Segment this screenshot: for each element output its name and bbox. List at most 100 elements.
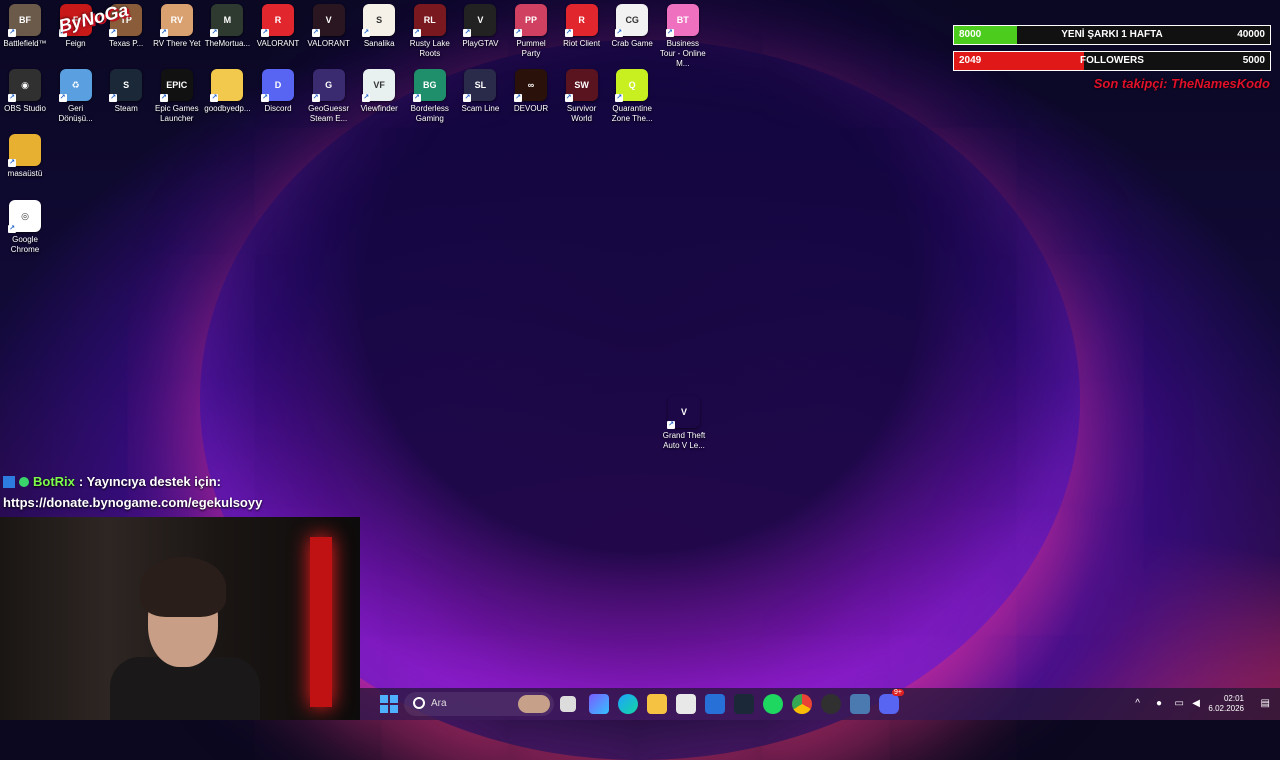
desktop-icon[interactable]: ↗ goodbyedp... <box>202 65 252 125</box>
search-highlight-image <box>518 695 550 713</box>
desktop-icon[interactable]: ♻ ↗ Geri Dönüşü... <box>51 65 101 125</box>
desktop-icon[interactable]: ◉ ↗ OBS Studio <box>0 65 50 125</box>
desktop-icon[interactable]: RV ↗ RV There Yet <box>152 0 202 60</box>
discord-taskbar-icon[interactable]: 9+ <box>879 689 904 714</box>
app-icon: ♻ ↗ <box>58 69 92 102</box>
desktop-icon[interactable]: D ↗ Discord <box>253 65 303 125</box>
desktop-icon-label: Texas P... <box>109 39 144 48</box>
app-icon: V ↗ <box>667 396 700 429</box>
edge-icon[interactable] <box>618 694 638 714</box>
app-icon: V ↗ <box>311 4 345 37</box>
desktop-icon[interactable]: G ↗ GeoGuessr Steam E... <box>304 65 354 125</box>
desktop-icon[interactable]: CG ↗ Crab Game <box>607 0 657 60</box>
goal-target: 40000 <box>1237 29 1265 40</box>
desktop-icon[interactable]: EPIC ↗ Epic Games Launcher <box>152 65 202 125</box>
desktop-icon[interactable]: ↗ masaüstü <box>0 130 50 190</box>
shortcut-arrow-icon: ↗ <box>210 29 219 37</box>
steam-taskbar-icon[interactable] <box>734 694 754 714</box>
app-icon: SW ↗ <box>564 69 598 102</box>
desktop-icon[interactable]: PP ↗ Pummel Party <box>506 0 556 60</box>
file-explorer-icon[interactable] <box>647 694 667 714</box>
chevron-up-icon[interactable]: ^ <box>1135 698 1140 709</box>
last-follower-text: Son takipçi: TheNamesKodo <box>1093 76 1270 91</box>
microsoft-store-icon[interactable] <box>676 694 696 714</box>
desktop-icon-label: Google Chrome <box>10 235 40 254</box>
streamer-hair <box>140 557 226 617</box>
desktop-icon[interactable]: M ↗ TheMortua... <box>202 0 252 60</box>
clock-date: 6.02.2026 <box>1208 704 1244 713</box>
desktop-icon[interactable]: SW ↗ Survivor World <box>557 65 607 125</box>
desktop-icon[interactable]: RL ↗ Rusty Lake Roots <box>405 0 455 60</box>
desktop-icon[interactable]: S ↗ Sanalika <box>354 0 404 60</box>
clock-time: 02:01 <box>1223 694 1244 703</box>
settings-gear-icon[interactable] <box>850 694 870 714</box>
shortcut-arrow-icon: ↗ <box>665 29 674 37</box>
app-icon: S ↗ <box>362 4 396 37</box>
shortcut-arrow-icon: ↗ <box>261 29 269 37</box>
chrome-taskbar-icon[interactable] <box>792 694 812 714</box>
app-icon: PP ↗ <box>514 4 547 37</box>
task-view-icon[interactable] <box>560 696 576 712</box>
desktop-icon-label: Battlefield™ <box>3 39 47 48</box>
shortcut-arrow-icon: ↗ <box>8 94 16 102</box>
app-icon: G ↗ <box>311 69 345 102</box>
desktop-icon[interactable]: BF ↗ Battlefield™ <box>0 0 50 60</box>
desktop-icon-label: goodbyedp... <box>204 104 251 113</box>
spotify-icon[interactable] <box>763 694 783 714</box>
windows-start-icon[interactable] <box>380 695 398 713</box>
desktop-icon[interactable]: ∞ ↗ DEVOUR <box>506 65 556 125</box>
shortcut-arrow-icon: ↗ <box>514 29 522 37</box>
app-icon: VF ↗ <box>362 69 396 102</box>
shortcut-arrow-icon: ↗ <box>564 29 573 37</box>
desktop-icon-label: Sanalika <box>363 39 395 48</box>
desktop-icon[interactable]: BT ↗ Business Tour - Online M... <box>658 0 708 68</box>
app-icon: ◎ ↗ <box>8 200 41 233</box>
desktop-icon-label: VALORANT <box>307 39 350 48</box>
obs-taskbar-icon[interactable] <box>821 694 841 714</box>
shortcut-arrow-icon: ↗ <box>58 94 67 102</box>
network-icon[interactable]: ▭ <box>1175 698 1184 709</box>
app-icon: D ↗ <box>261 69 294 102</box>
chat-donate-link: https://donate.bynogame.com/egekulsoyy <box>3 495 263 510</box>
desktop-icon[interactable]: SL ↗ Scam Line <box>455 65 505 125</box>
desktop-icon[interactable]: ◎ ↗ Google Chrome <box>0 196 50 256</box>
desktop-icon-label: Steam <box>114 104 138 113</box>
desktop-icon[interactable]: Q ↗ Quarantine Zone The... <box>607 65 657 125</box>
desktop-icon-label: Business Tour - Online M... <box>659 39 706 68</box>
mail-icon[interactable] <box>705 694 725 714</box>
desktop-icon-label: Feign <box>65 39 86 48</box>
desktop-icon[interactable]: V ↗ VALORANT <box>304 0 354 60</box>
microphone-icon[interactable]: ● <box>1156 698 1162 709</box>
search-placeholder: Ara <box>431 698 447 709</box>
desktop-icon-label: Quarantine Zone The... <box>611 104 653 123</box>
desktop-icon[interactable]: R ↗ Riot Client <box>557 0 607 60</box>
shortcut-arrow-icon: ↗ <box>412 29 421 37</box>
copilot-icon[interactable] <box>589 694 609 714</box>
shortcut-arrow-icon: ↗ <box>159 94 168 102</box>
desktop-icon[interactable]: V ↗ PlayGTAV <box>455 0 505 60</box>
desktop-icon[interactable]: V ↗ Grand Theft Auto V Le... <box>659 392 709 452</box>
desktop-icon-label: Crab Game <box>611 39 653 48</box>
shortcut-arrow-icon: ↗ <box>362 29 371 37</box>
shortcut-arrow-icon: ↗ <box>8 159 16 167</box>
desktop-icon-label: GeoGuessr Steam E... <box>308 104 350 123</box>
desktop-icon-label: Borderless Gaming <box>410 104 449 123</box>
app-icon: BF ↗ <box>8 4 41 37</box>
app-icon: ↗ <box>8 134 41 167</box>
shortcut-arrow-icon: ↗ <box>667 421 675 429</box>
taskbar-clock[interactable]: 02:01 6.02.2026 <box>1184 694 1244 714</box>
desktop-icon-label: Epic Games Launcher <box>155 104 199 123</box>
taskbar-search-box[interactable]: Ara <box>404 692 554 716</box>
shortcut-arrow-icon: ↗ <box>109 29 118 37</box>
moderator-badge-icon <box>3 475 15 488</box>
desktop-icon[interactable]: S ↗ Steam <box>101 65 151 125</box>
desktop-icon[interactable]: R ↗ VALORANT <box>253 0 303 60</box>
goal-title: YENİ ŞARKI 1 HAFTA <box>1061 29 1163 40</box>
notification-icon[interactable]: ▤ <box>1261 698 1270 709</box>
shortcut-arrow-icon: ↗ <box>615 29 624 37</box>
webcam-feed <box>0 517 360 720</box>
app-icon: R ↗ <box>261 4 294 37</box>
desktop-icon[interactable]: BG ↗ Borderless Gaming <box>405 65 455 125</box>
app-icon: M ↗ <box>210 4 244 37</box>
desktop-icon[interactable]: VF ↗ Viewfinder <box>354 65 404 125</box>
